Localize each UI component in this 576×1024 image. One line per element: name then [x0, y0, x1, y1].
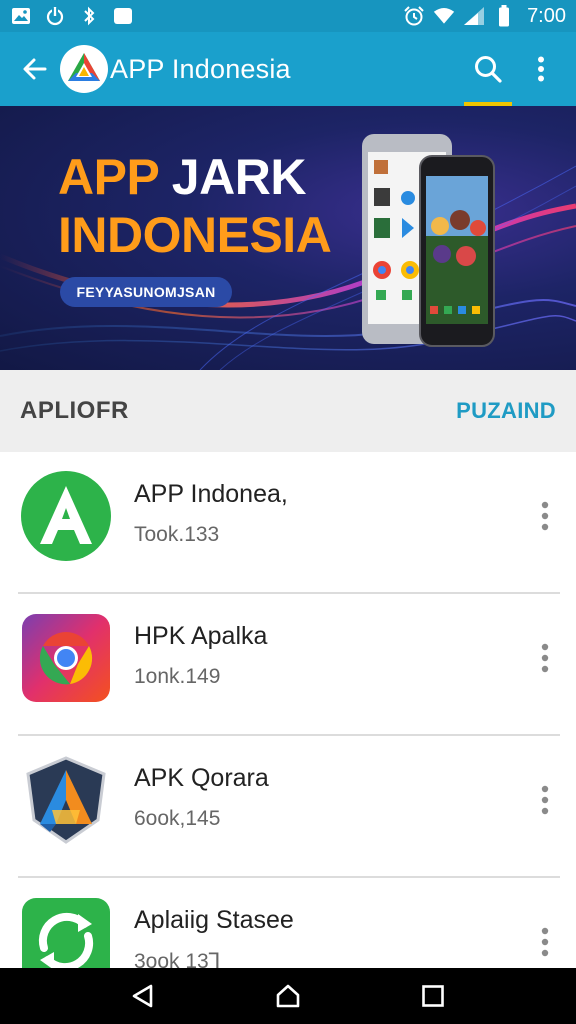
banner-cta-button[interactable]: FEYYASUNOMJSAN	[60, 277, 232, 307]
green-a-app-icon	[21, 471, 111, 561]
battery-icon	[493, 5, 515, 27]
app-name: HPK Apalka	[134, 622, 268, 650]
bluetooth-icon	[78, 5, 100, 27]
app-meta: 3ook 13Ꞁ	[134, 950, 221, 968]
back-button[interactable]	[18, 52, 52, 86]
more-vert-icon	[541, 785, 549, 815]
nav-back-icon	[132, 984, 152, 1008]
promo-banner[interactable]: APP JARK INDONESIA FEYYASUNOMJSAN	[0, 106, 576, 370]
phones-illustration	[362, 134, 495, 347]
nav-home-icon	[276, 984, 300, 1008]
app-bar: APP Indonesia	[0, 32, 576, 106]
overflow-menu-button[interactable]	[518, 32, 564, 106]
section-action-link[interactable]: PUZAIND	[456, 398, 556, 424]
image-icon	[10, 5, 32, 27]
banner-headline-rest: JARK	[158, 149, 307, 205]
banner-headline: APP JARK INDONESIA	[58, 148, 332, 264]
more-vert-icon	[541, 501, 549, 531]
app-meta: 1onk.149	[134, 665, 221, 688]
more-vert-icon	[541, 643, 549, 673]
app-meta: Took.133	[134, 523, 220, 546]
list-item[interactable]: APP Indonea, Took.133	[0, 452, 576, 594]
status-bar: 7:00	[0, 0, 576, 32]
nav-home-button[interactable]	[258, 968, 318, 1024]
app-name: APK Qorara	[134, 764, 269, 792]
list-item[interactable]: Aplaiig Stasee 3ook 13Ꞁ	[0, 878, 576, 968]
nav-recents-icon	[422, 985, 445, 1007]
arrow-left-icon	[23, 58, 47, 80]
wifi-icon	[433, 5, 455, 27]
banner-headline-line2: INDONESIA	[58, 207, 332, 263]
green-refresh-app-icon	[22, 898, 110, 968]
app-meta: 6ook,145	[134, 807, 221, 830]
item-menu-button[interactable]	[530, 640, 560, 676]
app-logo	[60, 45, 108, 93]
nav-recents-button[interactable]	[403, 968, 463, 1024]
more-vert-icon	[541, 927, 549, 957]
nav-back-button[interactable]	[113, 968, 173, 1024]
more-vert-icon	[538, 56, 544, 82]
shield-a-app-icon	[26, 756, 106, 844]
chrome-style-app-icon	[22, 614, 110, 702]
signal-icon	[463, 5, 485, 27]
section-header: APLIOFR PUZAIND	[0, 370, 576, 452]
triangle-logo-icon	[68, 53, 100, 81]
app-title: APP Indonesia	[110, 53, 291, 84]
item-menu-button[interactable]	[530, 924, 560, 960]
item-menu-button[interactable]	[530, 498, 560, 534]
search-button[interactable]	[458, 32, 518, 106]
list-item[interactable]: HPK Apalka 1onk.149	[0, 594, 576, 736]
item-menu-button[interactable]	[530, 782, 560, 818]
square-icon	[112, 5, 134, 27]
status-time: 7:00	[527, 4, 566, 27]
search-icon	[475, 56, 502, 83]
banner-headline-accent: APP	[58, 149, 159, 205]
list-item[interactable]: APK Qorara 6ook,145	[0, 736, 576, 878]
system-nav-bar	[0, 968, 576, 1024]
app-name: APP Indonea,	[134, 480, 288, 508]
app-list: APP Indonea, Took.133 HPK Apalka 1onk.14…	[0, 452, 576, 968]
alarm-icon	[403, 5, 425, 27]
section-title: APLIOFR	[20, 397, 129, 424]
app-name: Aplaiig Stasee	[134, 906, 294, 934]
power-icon	[44, 5, 66, 27]
